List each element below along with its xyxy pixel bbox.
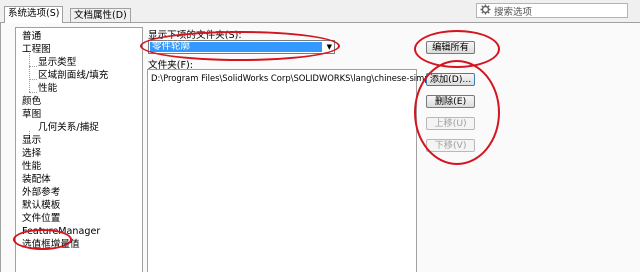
tree-item-general[interactable]: 普通 (22, 30, 41, 43)
move-down-button[interactable]: 下移(V) (426, 139, 475, 152)
tree-item-display-style[interactable]: 显示类型 (38, 56, 76, 69)
folder-type-label: 显示下项的文件夹(S): (148, 30, 242, 41)
tree-item-performance[interactable]: 性能 (22, 160, 41, 173)
add-button[interactable]: 添加(D)... (426, 73, 475, 86)
folder-type-dropdown[interactable]: 零件轮廓 ▼ (148, 40, 335, 54)
delete-button[interactable]: 删除(E) (426, 95, 475, 108)
tree-item-display[interactable]: 显示 (22, 134, 41, 147)
chevron-down-icon[interactable]: ▼ (327, 44, 332, 51)
tree-item-featuremanager[interactable]: FeatureManager (22, 225, 100, 238)
tree-item-selection[interactable]: 选择 (22, 147, 41, 160)
move-up-button[interactable]: 上移(U) (426, 117, 475, 130)
tree-item-drawing-performance[interactable]: 性能 (38, 82, 57, 95)
folders-list[interactable]: D:\Program Files\SolidWorks Corp\SOLIDWO… (147, 69, 450, 272)
tree-item-default-templates[interactable]: 默认模板 (22, 199, 60, 212)
tree-item-area-hatch-fill[interactable]: 区域剖面线/填充 (38, 69, 108, 82)
tree-item-external-references[interactable]: 外部参考 (22, 186, 60, 199)
tab-document-properties[interactable]: 文档属性(D) (70, 8, 131, 22)
tree-item-colors[interactable]: 颜色 (22, 95, 41, 108)
folder-type-selected-value: 零件轮廓 (150, 42, 322, 52)
search-options-placeholder: 搜索选项 (494, 6, 533, 18)
edit-all-button[interactable]: 编辑所有 (426, 41, 475, 54)
tree-connector (29, 53, 30, 92)
tree-item-sketch[interactable]: 草图 (22, 108, 41, 121)
tree-connector (29, 66, 37, 67)
tree-item-drawings[interactable]: 工程图 (22, 43, 51, 56)
tree-item-assemblies[interactable]: 装配体 (22, 173, 51, 186)
tree-item-relations-snaps[interactable]: 几何关系/捕捉 (38, 121, 99, 134)
tree-item-spin-box-increments[interactable]: 选值框增量值 (22, 238, 80, 251)
tab-system-options[interactable]: 系统选项(S) (4, 6, 64, 23)
folder-path-item[interactable]: D:\Program Files\SolidWorks Corp\SOLIDWO… (151, 73, 450, 83)
options-tree[interactable]: 普通 工程图 显示类型 区域剖面线/填充 性能 颜色 草图 几何关系/捕捉 显示… (15, 27, 143, 272)
gear-icon (480, 3, 491, 18)
tree-item-file-locations[interactable]: 文件位置 (22, 212, 60, 225)
tree-connector (29, 79, 37, 80)
tree-connector (29, 92, 37, 93)
search-options-box[interactable]: 搜索选项 (476, 3, 628, 18)
